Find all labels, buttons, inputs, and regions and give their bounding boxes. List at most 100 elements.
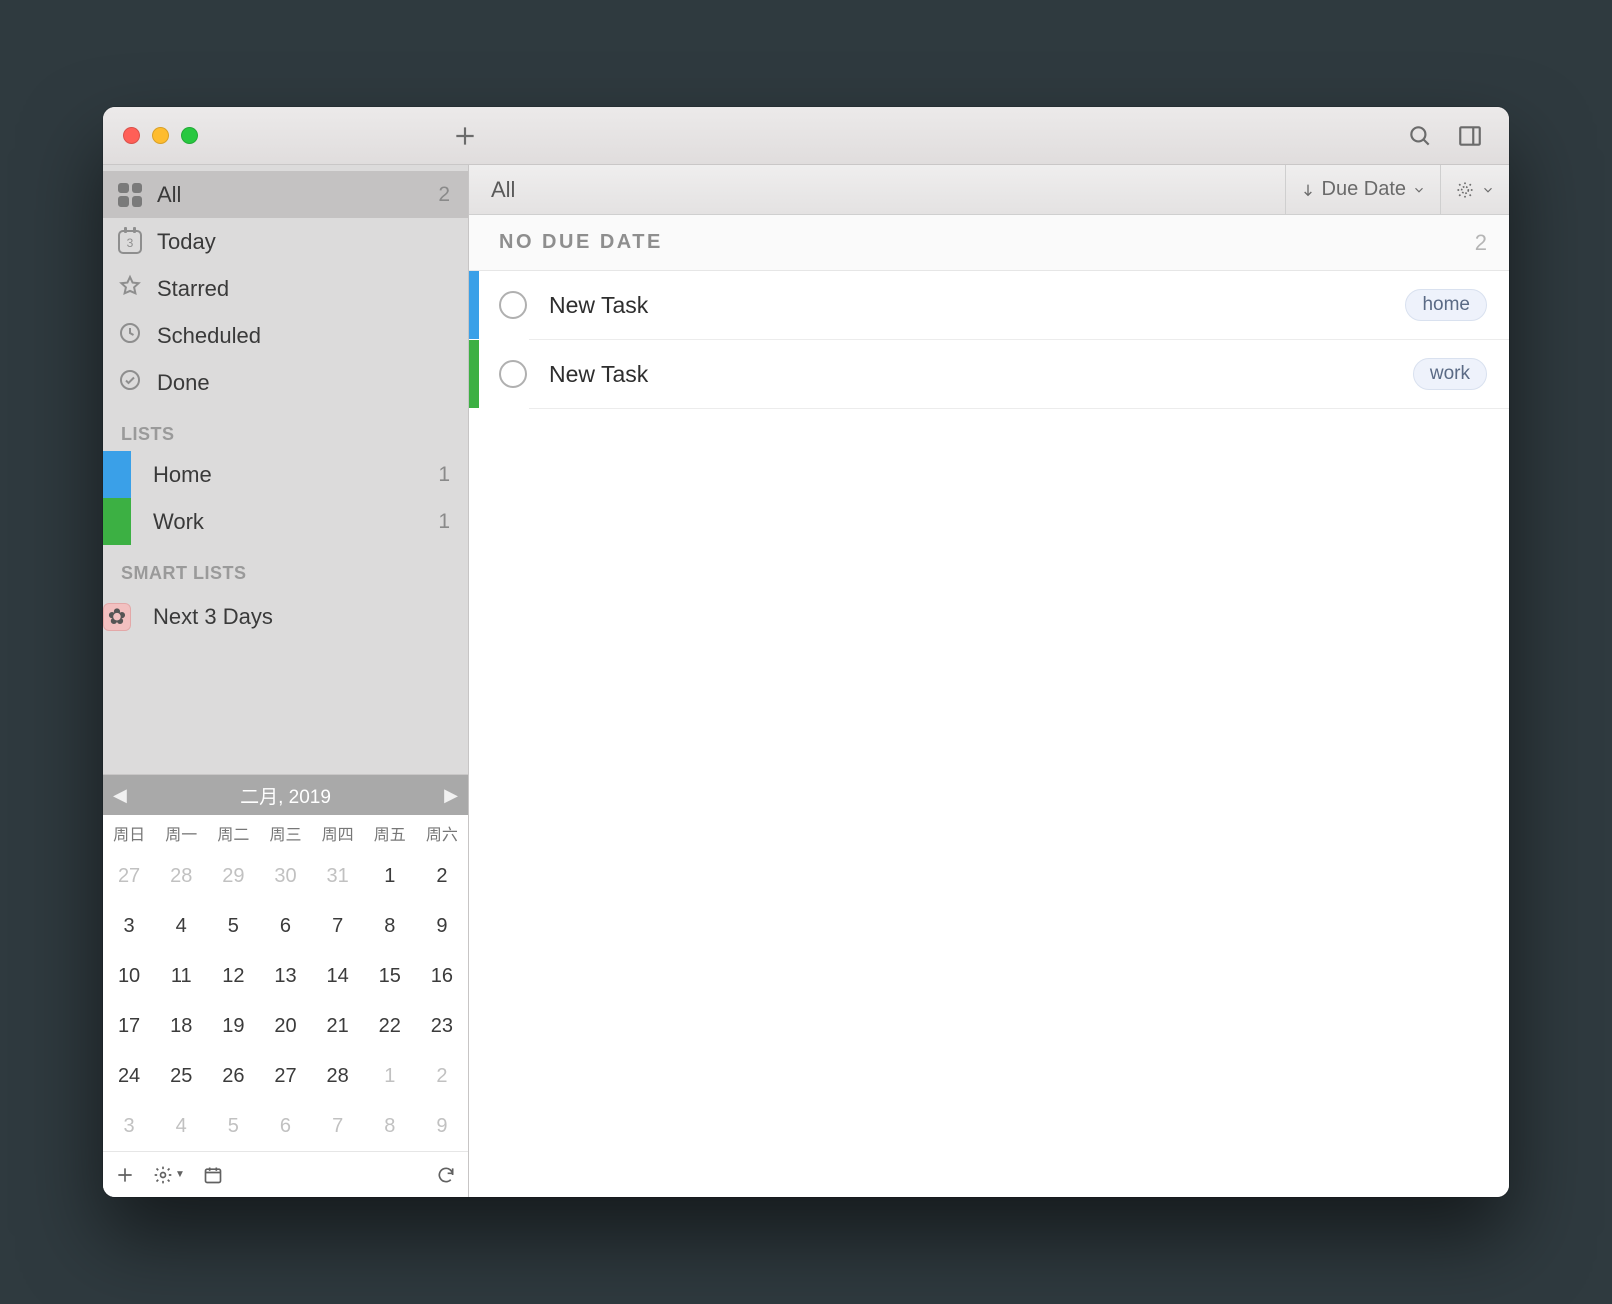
calendar-day[interactable]: 28: [312, 1051, 364, 1101]
sidebar-item-all[interactable]: All2: [103, 171, 468, 218]
calendar-day[interactable]: 21: [312, 1001, 364, 1051]
list-color-swatch: [103, 451, 131, 498]
calendar-day[interactable]: 27: [103, 851, 155, 901]
calendar-day[interactable]: 10: [103, 951, 155, 1001]
calendar-weekday: 周日: [103, 815, 155, 851]
sidebar-item-label: Starred: [157, 276, 229, 302]
calendar-day[interactable]: 4: [155, 901, 207, 951]
search-icon: [1407, 123, 1433, 149]
calendar-day[interactable]: 29: [207, 851, 259, 901]
calendar-day[interactable]: 3: [103, 1101, 155, 1151]
calendar-day[interactable]: 8: [364, 901, 416, 951]
calendar-day[interactable]: 31: [312, 851, 364, 901]
calendar-day[interactable]: 17: [103, 1001, 155, 1051]
mini-calendar: ◀ 二月, 2019 ▶ 周日周一周二周三周四周五周六2728293031123…: [103, 774, 468, 1197]
divider: [529, 408, 1509, 409]
task-row[interactable]: New Taskhome: [469, 271, 1509, 339]
calendar-day[interactable]: 24: [103, 1051, 155, 1101]
calendar-day[interactable]: 6: [259, 1101, 311, 1151]
sidebar-item-label: Done: [157, 370, 210, 396]
smart-lists: ✿Next 3 Days: [103, 590, 468, 644]
minimize-window-button[interactable]: [152, 127, 169, 144]
builtin-lists: All23Today Starred Scheduled Done: [103, 165, 468, 406]
calendar-next-button[interactable]: ▶: [444, 785, 458, 806]
calendar-day[interactable]: 9: [416, 901, 468, 951]
calendar-day[interactable]: 30: [259, 851, 311, 901]
calendar-day[interactable]: 16: [416, 951, 468, 1001]
traffic-lights: [123, 127, 198, 144]
calendar-day[interactable]: 22: [364, 1001, 416, 1051]
calendar-day[interactable]: 28: [155, 851, 207, 901]
gear-icon: ✿: [103, 603, 131, 631]
calendar-weekday: 周一: [155, 815, 207, 851]
toggle-panel-button[interactable]: [1445, 117, 1495, 155]
calendar-day[interactable]: 27: [259, 1051, 311, 1101]
lists-header: LISTS: [103, 406, 468, 451]
calendar-day[interactable]: 19: [207, 1001, 259, 1051]
sidebar-item-scheduled[interactable]: Scheduled: [103, 312, 468, 359]
calendar-day[interactable]: 13: [259, 951, 311, 1001]
sidebar-item-today[interactable]: 3Today: [103, 218, 468, 265]
main-header: All Due Date: [469, 165, 1509, 215]
plus-icon: [115, 1165, 135, 1185]
smart-list-item[interactable]: ✿Next 3 Days: [103, 590, 468, 644]
calendar-add-button[interactable]: [115, 1165, 135, 1185]
sort-arrow-icon: [1300, 182, 1316, 198]
sun-icon: [1455, 180, 1475, 200]
task-list: New Taskhome New Task work: [469, 271, 1509, 409]
calendar-day[interactable]: 12: [207, 951, 259, 1001]
close-window-button[interactable]: [123, 127, 140, 144]
calendar-day[interactable]: 2: [416, 1051, 468, 1101]
view-options-menu[interactable]: [1440, 165, 1509, 214]
plus-icon: [452, 123, 478, 149]
sidebar-list-home[interactable]: Home1: [103, 451, 468, 498]
new-task-button[interactable]: [440, 117, 490, 155]
sidebar-item-starred[interactable]: Starred: [103, 265, 468, 312]
task-checkbox[interactable]: [499, 291, 527, 319]
calendar-day[interactable]: 6: [259, 901, 311, 951]
calendar-day[interactable]: 5: [207, 901, 259, 951]
calendar-day[interactable]: 11: [155, 951, 207, 1001]
calendar-day[interactable]: 3: [103, 901, 155, 951]
clock-icon: [118, 321, 142, 351]
sidebar-item-done[interactable]: Done: [103, 359, 468, 406]
calendar-title: 二月, 2019: [240, 782, 331, 809]
calendar-weekday: 周三: [259, 815, 311, 851]
task-name: New Task: [549, 361, 648, 388]
list-color-swatch: [103, 498, 131, 545]
calendar-day[interactable]: 8: [364, 1101, 416, 1151]
calendar-weekday: 周二: [207, 815, 259, 851]
calendar-today-button[interactable]: [203, 1165, 223, 1185]
task-row[interactable]: New Task work: [469, 340, 1509, 408]
calendar-day[interactable]: 25: [155, 1051, 207, 1101]
calendar-day[interactable]: 1: [364, 851, 416, 901]
task-tag[interactable]: home: [1405, 289, 1487, 321]
sort-menu[interactable]: Due Date: [1285, 165, 1441, 214]
calendar-sync-button[interactable]: [436, 1165, 456, 1185]
calendar-day[interactable]: 15: [364, 951, 416, 1001]
calendar-day[interactable]: 7: [312, 1101, 364, 1151]
calendar-day[interactable]: 26: [207, 1051, 259, 1101]
sidebar-item-count: 2: [438, 183, 450, 207]
calendar-day[interactable]: 1: [364, 1051, 416, 1101]
task-tag[interactable]: work: [1413, 358, 1487, 390]
sidebar-list-work[interactable]: Work1: [103, 498, 468, 545]
calendar-day[interactable]: 18: [155, 1001, 207, 1051]
calendar-prev-button[interactable]: ◀: [113, 785, 127, 806]
zoom-window-button[interactable]: [181, 127, 198, 144]
calendar-day[interactable]: 7: [312, 901, 364, 951]
calendar-day[interactable]: 23: [416, 1001, 468, 1051]
calendar-day[interactable]: 5: [207, 1101, 259, 1151]
task-section-header[interactable]: NO DUE DATE 2: [469, 215, 1509, 271]
calendar-day[interactable]: 9: [416, 1101, 468, 1151]
calendar-day[interactable]: 14: [312, 951, 364, 1001]
search-button[interactable]: [1395, 117, 1445, 155]
calendar-day[interactable]: 20: [259, 1001, 311, 1051]
calendar-settings-button[interactable]: ▼: [153, 1165, 185, 1185]
calendar-day[interactable]: 4: [155, 1101, 207, 1151]
calendar-header: ◀ 二月, 2019 ▶: [103, 775, 468, 815]
chevron-down-icon: ▼: [175, 1169, 185, 1180]
task-checkbox[interactable]: [499, 360, 527, 388]
panel-icon: [1457, 123, 1483, 149]
calendar-day[interactable]: 2: [416, 851, 468, 901]
